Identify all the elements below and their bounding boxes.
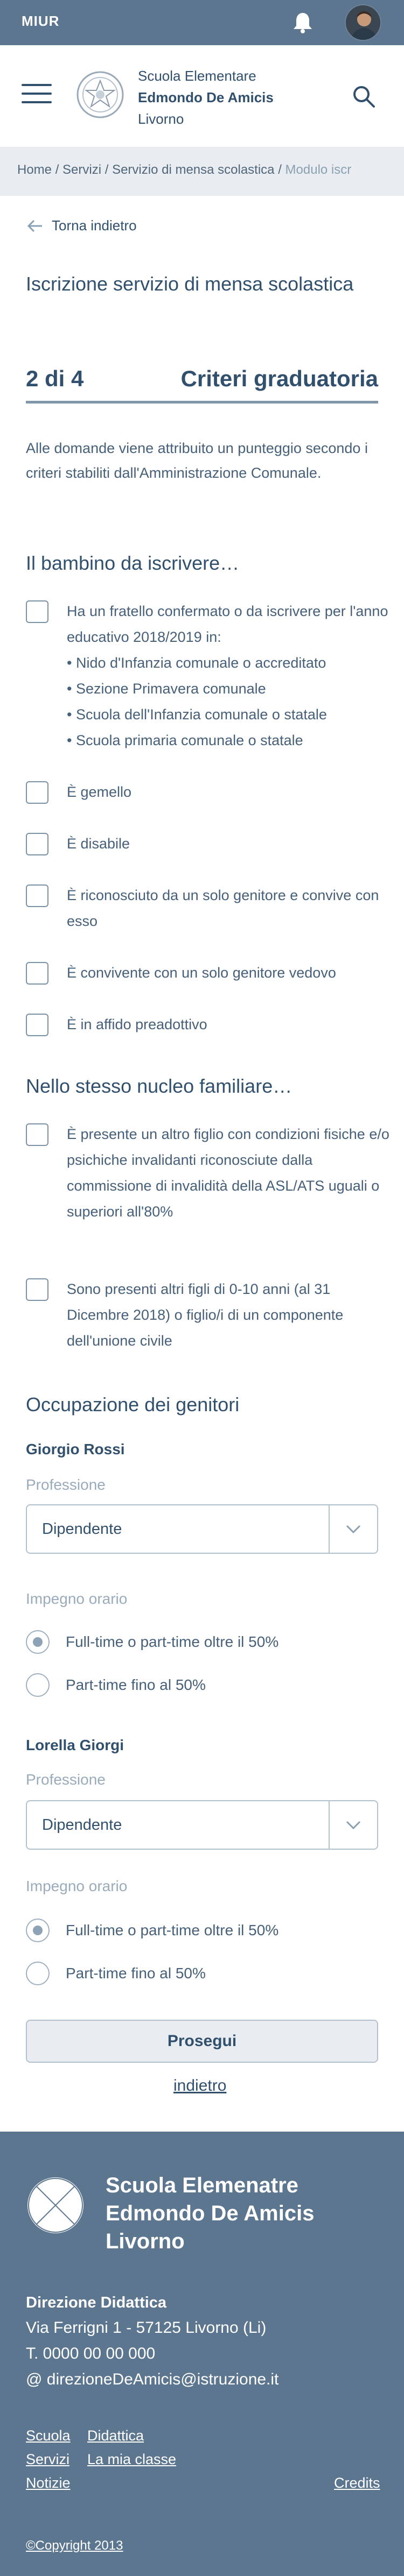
checkbox-label: È convivente con un solo genitore vedovo [67,965,336,981]
professione-select[interactable]: Dipendente [26,1800,378,1850]
footer-school-name: Scuola Elemenatre Edmondo De Amicis Livo… [106,2171,353,2255]
radio-circle[interactable] [26,1673,50,1697]
footer-link-classe[interactable]: La mia classe [87,2451,176,2468]
footer-link-credits[interactable]: Credits [334,2475,380,2492]
search-icon[interactable] [351,84,376,109]
checkbox-box[interactable] [26,962,48,985]
footer-phone: T. 0000 00 00 000 [26,2345,156,2362]
step-label: Criteri graduatoria [180,366,378,391]
sub-list-item: Sezione Primavera comunale [67,676,390,702]
checkbox-label: Sono presenti altri figli di 0-10 anni (… [67,1281,344,1349]
radio-full-time[interactable]: Full-time o part-time oltre il 50% [26,1919,278,1942]
impegno-label: Impegno orario [26,1590,128,1607]
school-emblem-icon[interactable] [75,70,125,119]
select-value: Dipendente [42,1816,122,1834]
sub-list-item: Scuola primaria comunale o statale [67,727,390,753]
org-name-line2: Edmondo De Amicis [138,89,274,105]
checkbox-label: È gemello [67,784,132,800]
footer-copyright[interactable]: ©Copyright 2013 [26,2538,123,2553]
checkbox-box[interactable] [26,600,48,623]
back-label: Torna indietro [52,217,137,233]
checkbox-label: È disabile [67,836,130,852]
impegno-label: Impegno orario [26,1878,128,1894]
section-heading-nucleo: Nello stesso nucleo familiare… [26,1075,292,1097]
checkbox-label: Ha un fratello confermato o da iscrivere… [67,603,388,645]
checkbox-gemello[interactable]: È gemello [26,781,390,805]
radio-label: Full-time o part-time oltre il 50% [66,1922,279,1938]
step-indicator: 2 di 4 Criteri graduatoria [26,366,378,404]
site-footer: Scuola Elemenatre Edmondo De Amicis Livo… [0,2132,404,2576]
checkbox-box[interactable] [26,781,48,804]
footer-address: Via Ferrigni 1 - 57125 Livorno (Li) [26,2319,267,2337]
footer-direzione: Direzione Didattica [26,2294,167,2311]
sub-list-item: Nido d'Infanzia comunale o accreditato [67,650,390,676]
footer-link-didattica[interactable]: Didattica [87,2428,144,2444]
chevron-down-icon[interactable] [329,1505,377,1553]
footer-link-servizi[interactable]: Servizi [26,2451,69,2468]
arrow-left-icon [27,220,42,232]
checkbox-box[interactable] [26,1278,48,1301]
section-heading-bambino: Il bambino da iscrivere… [26,552,240,574]
parent-name: Lorella Giorgi [26,1737,124,1753]
footer-link-scuola[interactable]: Scuola [26,2428,71,2444]
breadcrumb-servizi[interactable]: Servizi [62,162,101,177]
footer-link-notizie[interactable]: Notizie [26,2475,71,2492]
checkbox-vedovo[interactable]: È convivente con un solo genitore vedovo [26,962,390,986]
breadcrumb-home[interactable]: Home [17,162,52,177]
professione-select[interactable]: Dipendente [26,1504,378,1554]
select-value: Dipendente [42,1520,122,1538]
org-name-line3: Livorno [138,111,184,127]
prosegui-button[interactable]: Prosegui [26,2020,378,2063]
checkbox-altro-figlio[interactable]: È presente un altro figlio con condizion… [26,1123,390,1225]
intro-text: Alle domande viene attribuito un puntegg… [26,440,368,481]
checkbox-altri-figli[interactable]: Sono presenti altri figli di 0-10 anni (… [26,1278,390,1354]
school-emblem-icon [26,2176,85,2235]
radio-label: Part-time fino al 50% [66,1676,206,1693]
checkbox-box[interactable] [26,884,48,907]
radio-circle[interactable] [26,1919,50,1942]
breadcrumb-modulo: Modulo iscr [285,162,352,177]
checkbox-box[interactable] [26,833,48,855]
breadcrumb-mensa[interactable]: Servizio di mensa scolastica [112,162,274,177]
checkbox-fratello[interactable]: Ha un fratello confermato o da iscrivere… [26,600,390,753]
back-link[interactable]: Torna indietro [27,217,137,234]
radio-label: Part-time fino al 50% [66,1965,206,1981]
footer-school-line2: Edmondo De Amicis [106,2202,315,2225]
hamburger-icon[interactable] [22,84,52,108]
sub-list: Nido d'Infanzia comunale o accreditato S… [67,650,390,753]
professione-label: Professione [26,1771,106,1788]
top-bar: MIUR [0,0,404,45]
indietro-link[interactable]: indietro [173,2077,226,2095]
org-name-line1: Scuola Elementare [138,68,256,84]
radio-label: Full-time o part-time oltre il 50% [66,1633,279,1650]
checkbox-affido[interactable]: È in affido preadottivo [26,1014,390,1037]
page-title: Iscrizione servizio di mensa scolastica [26,273,354,295]
user-avatar[interactable] [345,4,381,41]
checkbox-label: È presente un altro figlio con condizion… [67,1126,389,1220]
checkbox-label: È in affido preadottivo [67,1016,207,1032]
parent-name: Giorgio Rossi [26,1441,125,1457]
checkbox-box[interactable] [26,1123,48,1146]
radio-part-time[interactable]: Part-time fino al 50% [26,1962,206,1985]
footer-school-line3: Livorno [106,2230,185,2253]
radio-part-time[interactable]: Part-time fino al 50% [26,1673,206,1697]
breadcrumb: Home / Servizi / Servizio di mensa scola… [0,147,404,196]
miur-brand[interactable]: MIUR [22,13,59,30]
site-header: Scuola Elementare Edmondo De Amicis Livo… [0,45,404,147]
checkbox-box[interactable] [26,1014,48,1036]
step-number: 2 di 4 [26,366,84,391]
footer-school-line1: Scuola Elemenatre [106,2174,298,2197]
sub-list-item: Scuola dell'Infanzia comunale o statale [67,702,390,727]
professione-label: Professione [26,1476,106,1493]
radio-full-time[interactable]: Full-time o part-time oltre il 50% [26,1630,278,1654]
radio-circle[interactable] [26,1962,50,1985]
checkbox-label: È riconosciuto da un solo genitore e con… [67,887,379,929]
bell-icon[interactable] [291,11,315,34]
chevron-down-icon[interactable] [329,1801,377,1849]
section-heading-occupazione: Occupazione dei genitori [26,1393,240,1416]
footer-email[interactable]: @ direzioneDeAmicis@istruzione.it [26,2370,278,2389]
checkbox-disabile[interactable]: È disabile [26,833,390,857]
checkbox-riconosciuto[interactable]: È riconosciuto da un solo genitore e con… [26,884,390,934]
radio-circle[interactable] [26,1630,50,1654]
